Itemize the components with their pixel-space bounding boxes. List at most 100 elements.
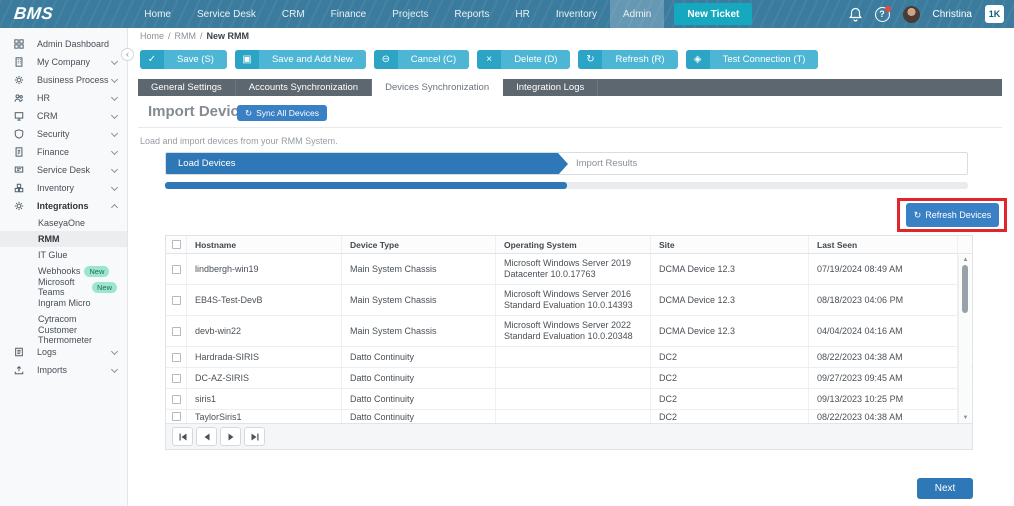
header-user-area: ? Christina 1K (849, 5, 1004, 23)
logs-list-icon (14, 347, 28, 357)
refresh-devices-button[interactable]: ↻ Refresh Devices (906, 203, 999, 227)
nav-item-reports[interactable]: Reports (441, 0, 502, 28)
nav-item-finance[interactable]: Finance (318, 0, 380, 28)
column-header-last-seen[interactable]: Last Seen (809, 236, 958, 253)
row-checkbox[interactable] (172, 412, 181, 421)
sidebar-item-hr[interactable]: HR (0, 89, 127, 107)
progress-bar-fill (165, 182, 567, 189)
sidebar: Admin Dashboard My Company Business Proc… (0, 28, 128, 506)
table-row[interactable]: TaylorSiris1 Datto Continuity DC2 08/22/… (166, 410, 972, 423)
column-header-hostname[interactable]: Hostname (187, 236, 342, 253)
test-connection-icon: ◈ (686, 50, 710, 69)
chevron-down-icon (111, 147, 118, 154)
nav-item-home[interactable]: Home (131, 0, 184, 28)
gears-icon (14, 201, 28, 211)
row-checkbox[interactable] (172, 353, 181, 362)
notifications-bell-icon[interactable] (849, 7, 862, 22)
row-checkbox[interactable] (172, 395, 181, 404)
nav-item-crm[interactable]: CRM (269, 0, 318, 28)
save-and-add-new-button[interactable]: ▣ Save and Add New (235, 50, 366, 69)
kaseya-one-badge[interactable]: 1K (985, 5, 1004, 23)
column-header-site[interactable]: Site (651, 236, 809, 253)
next-button[interactable]: Next (917, 478, 973, 499)
progress-bar (165, 182, 968, 189)
table-row[interactable]: devb-win22 Main System Chassis Microsoft… (166, 316, 972, 347)
chevron-down-icon (111, 93, 118, 100)
chevron-down-icon (111, 165, 118, 172)
tab-bar: General Settings Accounts Synchronizatio… (138, 79, 1002, 96)
sidebar-item-ingram-micro[interactable]: Ingram Micro (0, 295, 127, 311)
row-checkbox[interactable] (172, 374, 181, 383)
boxes-icon (14, 183, 28, 193)
delete-button[interactable]: × Delete (D) (477, 50, 570, 69)
previous-page-button[interactable] (196, 427, 217, 446)
page-description: Load and import devices from your RMM Sy… (140, 136, 338, 146)
sync-all-devices-button[interactable]: ↻ Sync All Devices (237, 105, 327, 121)
refresh-button[interactable]: ↻ Refresh (R) (578, 50, 677, 69)
sidebar-item-logs[interactable]: Logs (0, 343, 127, 361)
sidebar-item-service-desk[interactable]: Service Desk (0, 161, 127, 179)
table-row[interactable]: lindbergh-win19 Main System Chassis Micr… (166, 254, 972, 285)
row-checkbox[interactable] (172, 265, 181, 274)
sidebar-item-integrations[interactable]: Integrations (0, 197, 127, 215)
column-header-operating-system[interactable]: Operating System (496, 236, 651, 253)
action-toolbar: ✓ Save (S) ▣ Save and Add New ⊖ Cancel (… (140, 50, 818, 69)
scroll-up-icon[interactable]: ▲ (959, 257, 972, 263)
avatar[interactable] (903, 6, 920, 23)
breadcrumb-current: New RMM (207, 31, 250, 41)
nav-item-admin[interactable]: Admin (610, 0, 664, 28)
sidebar-item-admin-dashboard[interactable]: Admin Dashboard (0, 35, 127, 53)
table-scrollbar[interactable]: ▲ ▼ (958, 255, 971, 423)
dashboard-grid-icon (14, 39, 28, 49)
cancel-button[interactable]: ⊖ Cancel (C) (374, 50, 469, 69)
sidebar-item-my-company[interactable]: My Company (0, 53, 127, 71)
nav-item-inventory[interactable]: Inventory (543, 0, 610, 28)
delete-icon: × (477, 50, 501, 69)
sidebar-item-rmm[interactable]: RMM (0, 231, 127, 247)
sidebar-item-customer-thermometer[interactable]: Customer Thermometer (0, 327, 127, 343)
sidebar-item-imports[interactable]: Imports (0, 361, 127, 379)
sidebar-item-it-glue[interactable]: IT Glue (0, 247, 127, 263)
sidebar-item-finance[interactable]: Finance (0, 143, 127, 161)
sidebar-item-business-process[interactable]: Business Process (0, 71, 127, 89)
scrollbar-thumb[interactable] (962, 265, 968, 313)
nav-item-hr[interactable]: HR (502, 0, 542, 28)
tab-integration-logs[interactable]: Integration Logs (503, 79, 598, 96)
sidebar-collapse-button[interactable]: ‹ (121, 48, 134, 61)
test-connection-button[interactable]: ◈ Test Connection (T) (686, 50, 819, 69)
select-all-checkbox[interactable] (172, 240, 181, 249)
table-row[interactable]: siris1 Datto Continuity DC2 09/13/2023 1… (166, 389, 972, 410)
next-page-button[interactable] (220, 427, 241, 446)
nav-item-projects[interactable]: Projects (379, 0, 441, 28)
user-name[interactable]: Christina (933, 9, 972, 20)
tab-accounts-synchronization[interactable]: Accounts Synchronization (236, 79, 372, 96)
breadcrumb-home[interactable]: Home (140, 31, 164, 41)
sidebar-item-security[interactable]: Security (0, 125, 127, 143)
row-checkbox[interactable] (172, 296, 181, 305)
wizard-step-load-devices: Load Devices (166, 153, 558, 174)
table-row[interactable]: DC-AZ-SIRIS Datto Continuity DC2 09/27/2… (166, 368, 972, 389)
last-page-button[interactable] (244, 427, 265, 446)
app-logo: BMS (13, 4, 54, 24)
last-page-icon (251, 433, 259, 441)
building-icon (14, 57, 28, 67)
sidebar-item-microsoft-teams[interactable]: Microsoft Teams New (0, 279, 127, 295)
scroll-down-icon[interactable]: ▼ (959, 415, 972, 421)
tab-general-settings[interactable]: General Settings (138, 79, 236, 96)
column-header-device-type[interactable]: Device Type (342, 236, 496, 253)
new-ticket-button[interactable]: New Ticket (674, 3, 752, 25)
help-icon[interactable]: ? (875, 7, 890, 22)
table-row[interactable]: EB4S-Test-DevB Main System Chassis Micro… (166, 285, 972, 316)
breadcrumb-rmm[interactable]: RMM (175, 31, 197, 41)
row-checkbox[interactable] (172, 327, 181, 336)
tab-devices-synchronization[interactable]: Devices Synchronization (372, 79, 503, 96)
sidebar-item-inventory[interactable]: Inventory (0, 179, 127, 197)
first-page-button[interactable] (172, 427, 193, 446)
sidebar-item-kaseyaone[interactable]: KaseyaOne (0, 215, 127, 231)
nav-item-service-desk[interactable]: Service Desk (184, 0, 269, 28)
save-button[interactable]: ✓ Save (S) (140, 50, 227, 69)
sidebar-item-crm[interactable]: CRM (0, 107, 127, 125)
table-row[interactable]: Hardrada-SIRIS Datto Continuity DC2 08/2… (166, 347, 972, 368)
wizard-step-import-results: Import Results (568, 153, 637, 174)
chevron-down-icon (111, 183, 118, 190)
